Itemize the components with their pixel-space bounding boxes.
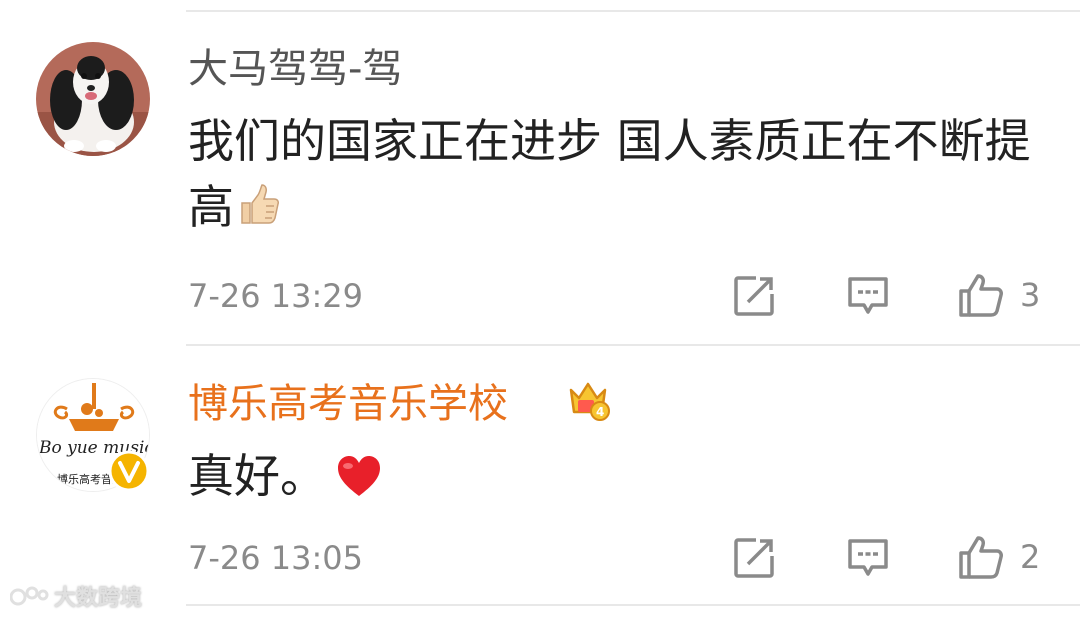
divider-top <box>186 10 1080 12</box>
avatar[interactable] <box>36 42 150 156</box>
thumbs-up-icon <box>959 274 1003 317</box>
username[interactable]: 博乐高考音乐学校 <box>188 380 508 428</box>
edit-share-icon <box>734 538 774 578</box>
watermark-text: 大数跨境 <box>54 586 143 611</box>
reply-button[interactable] <box>846 274 890 318</box>
timestamp: 7-26 13:29 <box>188 277 364 315</box>
username[interactable]: 大马驾驾-驾 <box>188 45 402 93</box>
like-button[interactable]: 2 <box>958 534 1040 580</box>
like-button[interactable]: 3 <box>958 272 1040 318</box>
dog-avatar-image <box>36 42 150 156</box>
thumbs-up-emoji-icon <box>236 180 284 246</box>
comment-icon <box>848 539 888 576</box>
repost-button[interactable] <box>732 536 776 580</box>
divider-middle <box>186 344 1080 346</box>
comment-text-block: 真好。 <box>188 443 1048 515</box>
comment-text: 我们的国家正在进步 国人素质正在不断提高 <box>188 114 1031 234</box>
reply-button[interactable] <box>846 536 890 580</box>
comment-text: 真好。 <box>188 449 326 503</box>
thumbs-up-icon <box>959 536 1003 579</box>
comment-icon <box>848 277 888 314</box>
repost-button[interactable] <box>732 274 776 318</box>
divider-bottom <box>186 604 1080 606</box>
verified-v-icon <box>108 450 150 492</box>
like-count: 2 <box>1020 538 1041 576</box>
like-count: 3 <box>1020 276 1041 314</box>
comment-text-block: 我们的国家正在进步 国人素质正在不断提高 <box>188 108 1048 246</box>
watermark-logo-icon <box>10 586 49 606</box>
edit-share-icon <box>734 276 774 316</box>
watermark: 大数跨境 <box>10 580 142 612</box>
timestamp: 7-26 13:05 <box>188 539 364 577</box>
vip-crown-icon: 4 <box>566 378 610 422</box>
red-heart-emoji-icon <box>336 449 382 515</box>
comment-feed: 大马驾驾-驾 我们的国家正在进步 国人素质正在不断提高 7-26 13:29 3… <box>0 0 1080 618</box>
svg-text:4: 4 <box>596 405 604 419</box>
